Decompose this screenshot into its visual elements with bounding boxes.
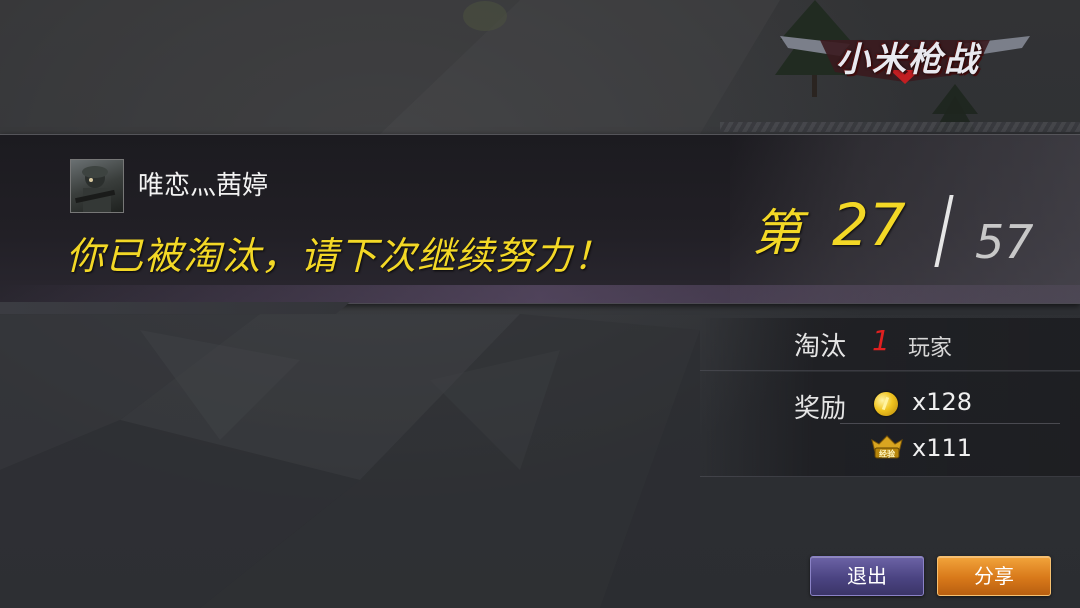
coin-reward: x128 — [912, 388, 973, 416]
reward-divider — [840, 423, 1060, 424]
exp-badge-icon: 经验 — [871, 435, 903, 459]
eliminations-unit: 玩家 — [908, 336, 953, 361]
exp-reward: x111 — [912, 434, 973, 462]
soldier-avatar-icon — [75, 166, 116, 212]
avatar[interactable] — [70, 159, 124, 213]
player-name: 唯恋灬茜婷 — [138, 171, 269, 201]
rewards-row: 奖励 x128 经验 x111 — [700, 372, 1080, 477]
elimination-message: 你已被淘汰，请下次继续努力！ — [66, 234, 613, 278]
eliminations-label: 淘汰 — [794, 332, 847, 362]
rewards-label: 奖励 — [794, 394, 847, 424]
logo-text: 小米枪战 — [836, 40, 980, 80]
share-button[interactable]: 分享 — [937, 556, 1051, 596]
eliminations-count: 1 — [872, 324, 890, 357]
result-banner: 唯恋灬茜婷 你已被淘汰，请下次继续努力！ 第 27 57 — [0, 134, 1080, 304]
gold-coin-icon — [874, 392, 898, 416]
decor-stripe — [720, 122, 1080, 132]
total-players: 57 — [975, 215, 1034, 269]
rank-prefix: 第 — [752, 204, 802, 262]
tree-decoration — [463, 1, 507, 31]
game-logo: 小米枪战 — [780, 22, 1030, 84]
game-result-screen: 小米枪战 唯恋灬茜婷 你已被淘汰，请下次继续努力！ 第 27 57 淘汰 1 玩… — [0, 0, 1080, 608]
exit-button[interactable]: 退出 — [810, 556, 924, 596]
banner-glow — [0, 285, 1080, 303]
exp-badge-text: 经验 — [879, 449, 896, 459]
rank-number: 27 — [832, 191, 906, 259]
decor-stripe — [0, 302, 350, 314]
eliminations-row: 淘汰 1 玩家 — [700, 318, 1080, 371]
